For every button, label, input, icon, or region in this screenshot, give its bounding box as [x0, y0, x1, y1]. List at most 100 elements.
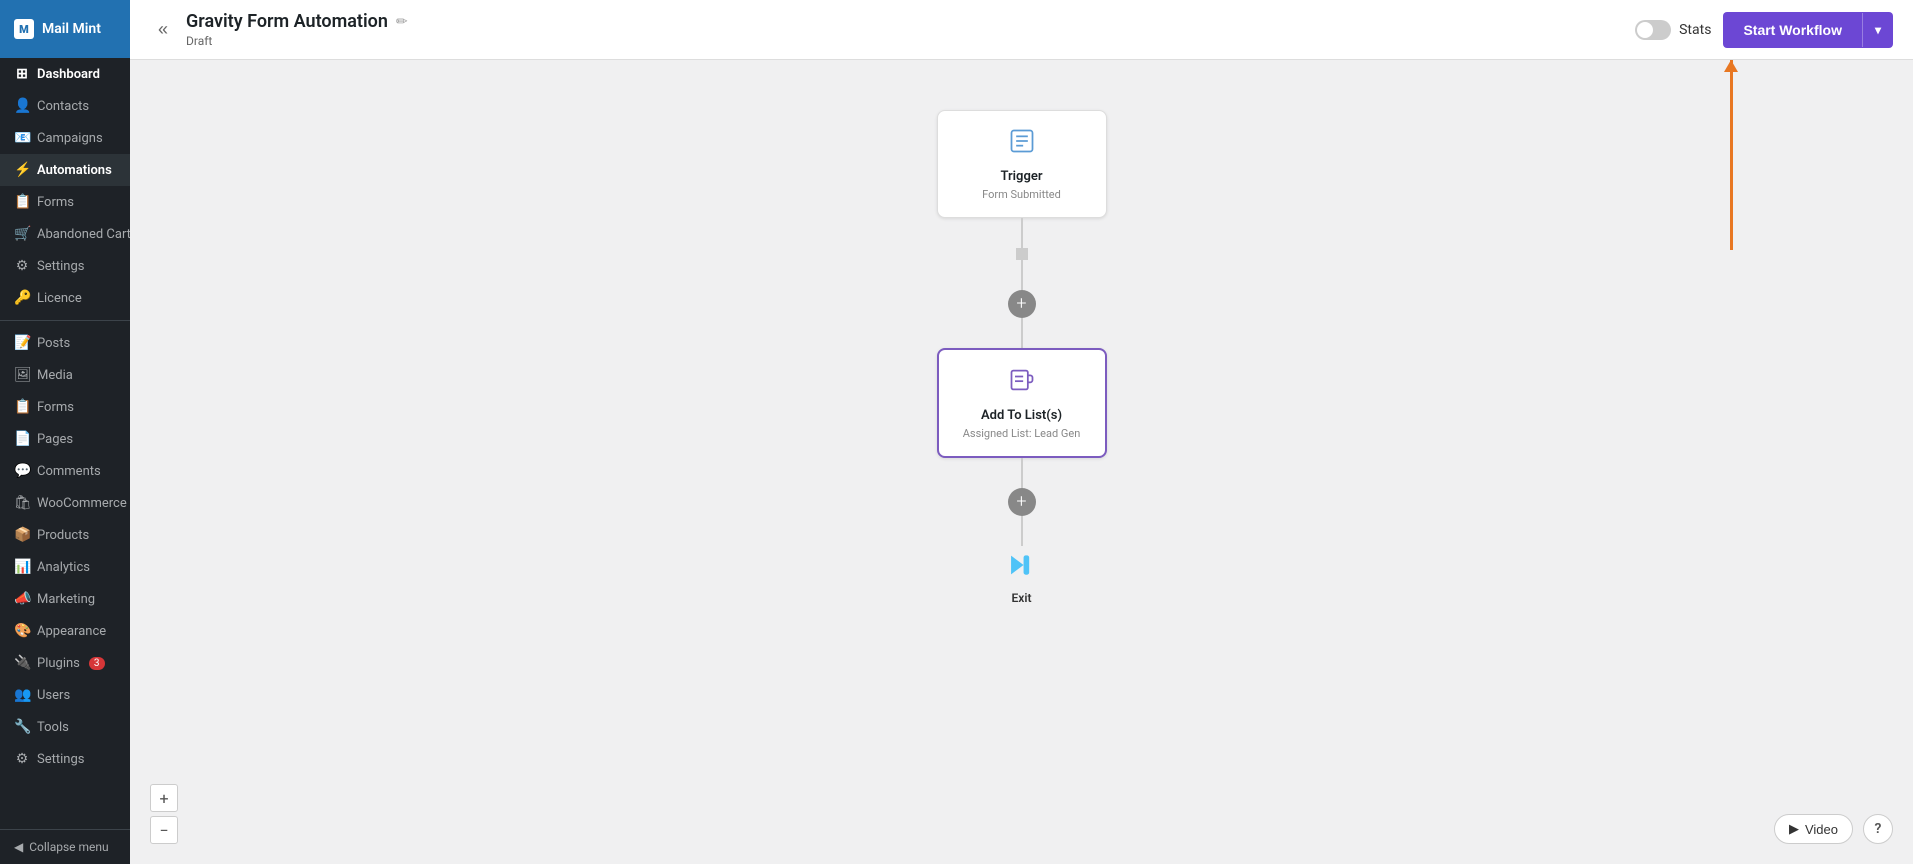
main-area: « Gravity Form Automation ✏ Draft Stats …	[130, 0, 1913, 864]
sidebar-item-label: Settings	[37, 752, 84, 767]
add-step-button-2[interactable]: +	[1008, 488, 1036, 516]
exit-node-icon	[1007, 550, 1037, 587]
sidebar-item-analytics[interactable]: 📊 Analytics	[0, 551, 130, 583]
add-step-button-1[interactable]: +	[1008, 290, 1036, 318]
connector-line-1	[1021, 218, 1023, 248]
sidebar: M Mail Mint ⊞ Dashboard 👤 Contacts 📧 Cam…	[0, 0, 130, 864]
sidebar-item-forms-wp[interactable]: 📋 Forms	[0, 391, 130, 423]
comments-icon: 💬	[14, 463, 30, 479]
help-icon: ?	[1875, 821, 1882, 837]
sidebar-item-marketing[interactable]: 📣 Marketing	[0, 583, 130, 615]
forms-icon: 📋	[14, 194, 30, 210]
stats-label: Stats	[1679, 22, 1711, 38]
collapse-label: Collapse menu	[29, 840, 108, 854]
sidebar-item-label: Plugins	[37, 656, 80, 671]
page-title: Gravity Form Automation	[186, 11, 388, 32]
sidebar-item-label: Analytics	[37, 560, 90, 575]
sidebar-item-comments[interactable]: 💬 Comments	[0, 455, 130, 487]
workflow-canvas[interactable]: Trigger Form Submitted +	[130, 60, 1913, 864]
edit-title-icon[interactable]: ✏	[396, 14, 408, 30]
zoom-out-button[interactable]: −	[150, 816, 178, 844]
sidebar-item-tools[interactable]: 🔧 Tools	[0, 711, 130, 743]
sidebar-item-dashboard[interactable]: ⊞ Dashboard	[0, 58, 130, 90]
sidebar-item-label: Marketing	[37, 592, 95, 607]
connector-dot-1	[1016, 248, 1028, 260]
connector-line-4	[1021, 516, 1023, 546]
sidebar-item-products[interactable]: 📦 Products	[0, 519, 130, 551]
tools-icon: 🔧	[14, 719, 30, 735]
automations-icon: ⚡	[14, 162, 30, 178]
sidebar-item-abandoned-cart[interactable]: 🛒 Abandoned Cart	[0, 218, 130, 250]
sidebar-item-label: Tools	[37, 720, 69, 735]
video-button[interactable]: ▶ Video	[1774, 814, 1853, 844]
brand-label: Mail Mint	[42, 21, 101, 37]
sidebar-brand[interactable]: M Mail Mint	[0, 0, 130, 58]
zoom-in-button[interactable]: +	[150, 784, 178, 812]
title-area: Gravity Form Automation ✏ Draft	[186, 11, 408, 48]
sidebar-item-automations[interactable]: ⚡ Automations	[0, 154, 130, 186]
trigger-node[interactable]: Trigger Form Submitted	[937, 110, 1107, 218]
sidebar-item-appearance[interactable]: 🎨 Appearance	[0, 615, 130, 647]
users-icon: 👥	[14, 687, 30, 703]
sidebar-item-posts[interactable]: 📝 Posts	[0, 327, 130, 359]
settings-icon: ⚙	[14, 258, 30, 274]
licence-icon: 🔑	[14, 290, 30, 306]
collapse-sidebar-button[interactable]: «	[150, 15, 176, 44]
analytics-icon: 📊	[14, 559, 30, 575]
start-workflow-dropdown-icon[interactable]: ▾	[1862, 13, 1893, 47]
brand-icon: M	[14, 19, 34, 39]
collapse-icon: ◀	[14, 840, 23, 854]
canvas-controls: + −	[150, 784, 178, 844]
media-icon: 🖼	[14, 367, 30, 383]
orange-arrow-indicator	[1730, 60, 1733, 250]
sidebar-item-licence[interactable]: 🔑 Licence	[0, 282, 130, 314]
plugins-icon: 🔌	[14, 655, 30, 671]
sidebar-item-media[interactable]: 🖼 Media	[0, 359, 130, 391]
action-node-icon	[963, 366, 1081, 400]
action-node-subtitle: Assigned List: Lead Gen	[963, 427, 1081, 440]
trigger-node-title: Trigger	[962, 169, 1082, 184]
action-node-title: Add To List(s)	[963, 408, 1081, 423]
collapse-menu[interactable]: ◀ Collapse menu	[0, 829, 130, 864]
sidebar-item-label: Campaigns	[37, 131, 103, 146]
sidebar-item-label: WooCommerce	[37, 496, 127, 511]
action-node[interactable]: Add To List(s) Assigned List: Lead Gen	[937, 348, 1107, 458]
connector-line-2	[1021, 318, 1023, 348]
sidebar-item-forms[interactable]: 📋 Forms	[0, 186, 130, 218]
sidebar-item-settings[interactable]: ⚙ Settings	[0, 250, 130, 282]
sidebar-item-label: Appearance	[37, 624, 106, 639]
exit-node-label: Exit	[1012, 591, 1032, 605]
sidebar-item-settings-wp[interactable]: ⚙ Settings	[0, 743, 130, 775]
zoom-in-icon: +	[159, 789, 168, 808]
sidebar-item-label: Products	[37, 528, 89, 543]
start-workflow-button[interactable]: Start Workflow ▾	[1723, 12, 1893, 48]
sidebar-item-label: Forms	[37, 400, 74, 415]
posts-icon: 📝	[14, 335, 30, 351]
sidebar-item-plugins[interactable]: 🔌 Plugins 3	[0, 647, 130, 679]
connector-line-3	[1021, 458, 1023, 488]
forms-wp-icon: 📋	[14, 399, 30, 415]
sidebar-item-pages[interactable]: 📄 Pages	[0, 423, 130, 455]
abandoned-cart-icon: 🛒	[14, 226, 30, 242]
sidebar-item-label: Forms	[37, 195, 74, 210]
products-icon: 📦	[14, 527, 30, 543]
sidebar-item-label: Contacts	[37, 99, 89, 114]
dashboard-icon: ⊞	[14, 66, 30, 82]
topbar-right: Stats Start Workflow ▾	[1635, 12, 1893, 48]
help-button[interactable]: ?	[1863, 814, 1893, 844]
trigger-node-icon	[962, 127, 1082, 161]
exit-node[interactable]: Exit	[1007, 550, 1037, 605]
sidebar-item-contacts[interactable]: 👤 Contacts	[0, 90, 130, 122]
stats-toggle-switch[interactable]	[1635, 20, 1671, 40]
marketing-icon: 📣	[14, 591, 30, 607]
contacts-icon: 👤	[14, 98, 30, 114]
campaigns-icon: 📧	[14, 130, 30, 146]
plugins-badge: 3	[89, 657, 105, 670]
trigger-node-subtitle: Form Submitted	[962, 188, 1082, 201]
sidebar-item-users[interactable]: 👥 Users	[0, 679, 130, 711]
workflow-container: Trigger Form Submitted +	[937, 110, 1107, 605]
sidebar-item-woocommerce[interactable]: 🛍 WooCommerce	[0, 487, 130, 519]
sidebar-item-label: Abandoned Cart	[37, 227, 131, 242]
appearance-icon: 🎨	[14, 623, 30, 639]
sidebar-item-campaigns[interactable]: 📧 Campaigns	[0, 122, 130, 154]
